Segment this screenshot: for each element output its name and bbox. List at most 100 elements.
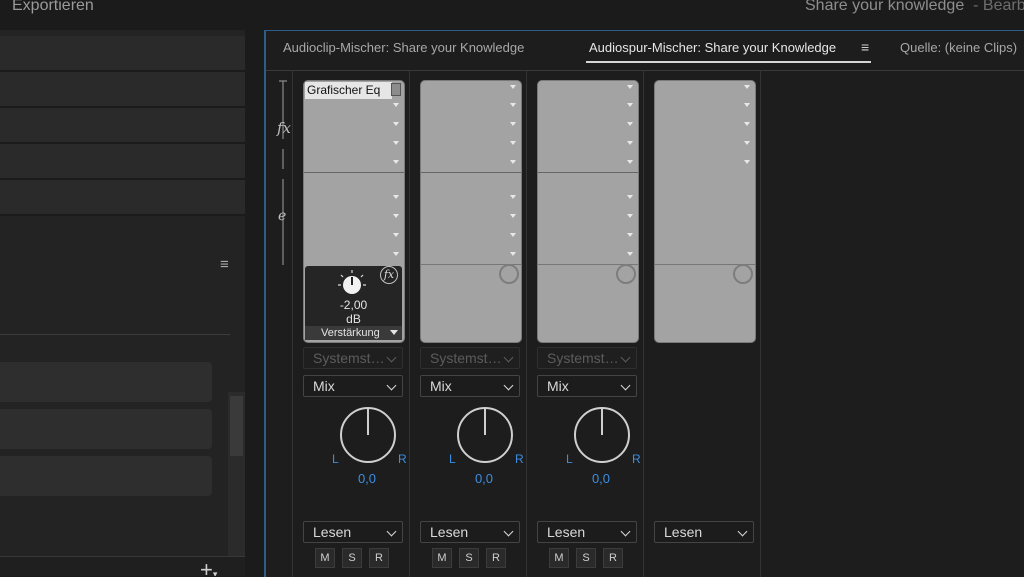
- output-dropdown[interactable]: Mix: [303, 375, 403, 397]
- dropdown-label: Systemst…: [430, 350, 502, 366]
- fx-param-knob-icon[interactable]: [616, 264, 636, 284]
- automation-mode-dropdown[interactable]: Lesen: [537, 521, 637, 543]
- pan-left-label: L: [566, 452, 573, 466]
- dropdown-label: Systemst…: [313, 350, 385, 366]
- effect-slot-arrow-icon[interactable]: [510, 122, 516, 126]
- gain-knob-icon[interactable]: [337, 268, 367, 298]
- dropdown-label: Lesen: [664, 524, 703, 540]
- gain-unit: dB: [346, 312, 361, 326]
- effect-slot-arrow-icon[interactable]: [744, 141, 750, 145]
- list-item[interactable]: [0, 409, 212, 449]
- dropdown-label: Mix: [313, 378, 335, 394]
- master-channel-strip: Lesen: [643, 71, 761, 577]
- fx-param-knob-icon[interactable]: [733, 264, 753, 284]
- list-item[interactable]: [0, 456, 212, 496]
- pan-value[interactable]: 0,0: [410, 471, 527, 486]
- solo-button[interactable]: S: [459, 548, 479, 568]
- tab-source[interactable]: Quelle: (keine Clips): [900, 40, 1017, 55]
- scrollbar[interactable]: [228, 392, 245, 556]
- menu-export[interactable]: Exportieren: [12, 0, 94, 15]
- send-slot-arrow-icon[interactable]: [393, 252, 399, 256]
- pan-knob[interactable]: [573, 406, 631, 464]
- effect-slot-arrow-icon[interactable]: [744, 103, 750, 107]
- scrollbar-thumb[interactable]: [230, 396, 243, 456]
- send-slot-arrow-icon[interactable]: [510, 233, 516, 237]
- output-dropdown[interactable]: Mix: [537, 375, 637, 397]
- automation-mode-dropdown[interactable]: Lesen: [654, 521, 754, 543]
- dropdown-label: Systemst…: [547, 350, 619, 366]
- gain-value: -2,00: [339, 298, 368, 312]
- panel-menu-icon[interactable]: ≡: [220, 256, 229, 273]
- title-bar: Exportieren Share your knowledge - Bearb: [0, 0, 1024, 30]
- effect-slot-arrow-icon[interactable]: [627, 103, 633, 107]
- effect-slot-arrow-icon[interactable]: [744, 122, 750, 126]
- add-icon[interactable]: +▾: [200, 557, 217, 576]
- send-slot-arrow-icon[interactable]: [510, 195, 516, 199]
- effect-slot-arrow-icon[interactable]: [510, 85, 516, 89]
- mute-button[interactable]: M: [549, 548, 569, 568]
- record-button[interactable]: R: [603, 548, 623, 568]
- channel-strip: Systemst… Mix L R 0,0 Lesen M S R: [526, 71, 644, 577]
- fx-bypass-icon[interactable]: fx: [380, 266, 398, 284]
- mute-button[interactable]: M: [432, 548, 452, 568]
- effect-slot-arrow-icon[interactable]: [393, 141, 399, 145]
- mute-button[interactable]: M: [315, 548, 335, 568]
- output-dropdown[interactable]: Mix: [420, 375, 520, 397]
- send-slot-arrow-icon[interactable]: [393, 195, 399, 199]
- record-button[interactable]: R: [486, 548, 506, 568]
- automation-mode-dropdown[interactable]: Lesen: [420, 521, 520, 543]
- effect-slot-arrow-icon[interactable]: [744, 160, 750, 164]
- chevron-down-icon: [503, 352, 514, 363]
- chevron-down-icon: [386, 526, 397, 537]
- send-slot-arrow-icon[interactable]: [627, 214, 633, 218]
- pan-value[interactable]: 0,0: [293, 471, 410, 486]
- dropdown-label: Lesen: [547, 524, 586, 540]
- effect-slot-arrow-icon[interactable]: [393, 103, 399, 107]
- send-slot-arrow-icon[interactable]: [393, 233, 399, 237]
- add-icon-glyph: +: [200, 557, 213, 576]
- effect-slot-arrow-icon[interactable]: [627, 141, 633, 145]
- send-assignment-dropdown: Systemst…: [303, 347, 403, 369]
- send-slot-arrow-icon[interactable]: [393, 214, 399, 218]
- send-slot-arrow-icon[interactable]: [510, 252, 516, 256]
- effect-slot-arrow-icon[interactable]: [627, 85, 633, 89]
- left-panel-row[interactable]: [0, 180, 245, 216]
- pan-value[interactable]: 0,0: [527, 471, 644, 486]
- list-item[interactable]: [0, 362, 212, 402]
- effect-slot-arrow-icon[interactable]: [627, 160, 633, 164]
- effect-slot-arrow-icon[interactable]: [510, 160, 516, 164]
- left-panel-row[interactable]: [0, 144, 245, 180]
- fx-param-knob-icon[interactable]: [499, 264, 519, 284]
- pan-knob[interactable]: [339, 406, 397, 464]
- solo-button[interactable]: S: [342, 548, 362, 568]
- solo-button[interactable]: S: [576, 548, 596, 568]
- send-slot-arrow-icon[interactable]: [510, 214, 516, 218]
- effect-slot-arrow-icon[interactable]: [510, 103, 516, 107]
- send-slot-arrow-icon[interactable]: [627, 233, 633, 237]
- tab-audioclip-mixer[interactable]: Audioclip-Mischer: Share your Knowledge: [283, 40, 524, 55]
- effect-slot-arrow-icon[interactable]: [744, 85, 750, 89]
- effect-slot-arrow-icon[interactable]: [510, 141, 516, 145]
- automation-mode-dropdown[interactable]: Lesen: [303, 521, 403, 543]
- effect-slot-arrow-icon[interactable]: [393, 160, 399, 164]
- effect-slot-arrow-icon[interactable]: [393, 122, 399, 126]
- send-assignment-dropdown: Systemst…: [420, 347, 520, 369]
- effect-slot-button[interactable]: [391, 83, 401, 96]
- left-panel-row[interactable]: [0, 36, 245, 72]
- effect-slot-label[interactable]: Grafischer Eq: [305, 82, 392, 99]
- chevron-down-icon: [620, 526, 631, 537]
- pan-left-label: L: [332, 452, 339, 466]
- tab-menu-icon[interactable]: ≡: [861, 39, 869, 55]
- send-slot-arrow-icon[interactable]: [627, 195, 633, 199]
- send-slot-arrow-icon[interactable]: [627, 252, 633, 256]
- effect-parameter-panel: fx -2,00 dB Verstärkung: [305, 266, 402, 340]
- pan-knob[interactable]: [456, 406, 514, 464]
- effect-slot-arrow-icon[interactable]: [627, 122, 633, 126]
- parameter-dropdown[interactable]: Verstärkung: [305, 326, 402, 340]
- pan-left-label: L: [449, 452, 456, 466]
- record-button[interactable]: R: [369, 548, 389, 568]
- app-title-suffix: Bearb: [982, 0, 1024, 14]
- left-panel-row[interactable]: [0, 72, 245, 108]
- left-panel-row[interactable]: [0, 108, 245, 144]
- tab-audiotrack-mixer[interactable]: Audiospur-Mischer: Share your Knowledge: [589, 40, 836, 55]
